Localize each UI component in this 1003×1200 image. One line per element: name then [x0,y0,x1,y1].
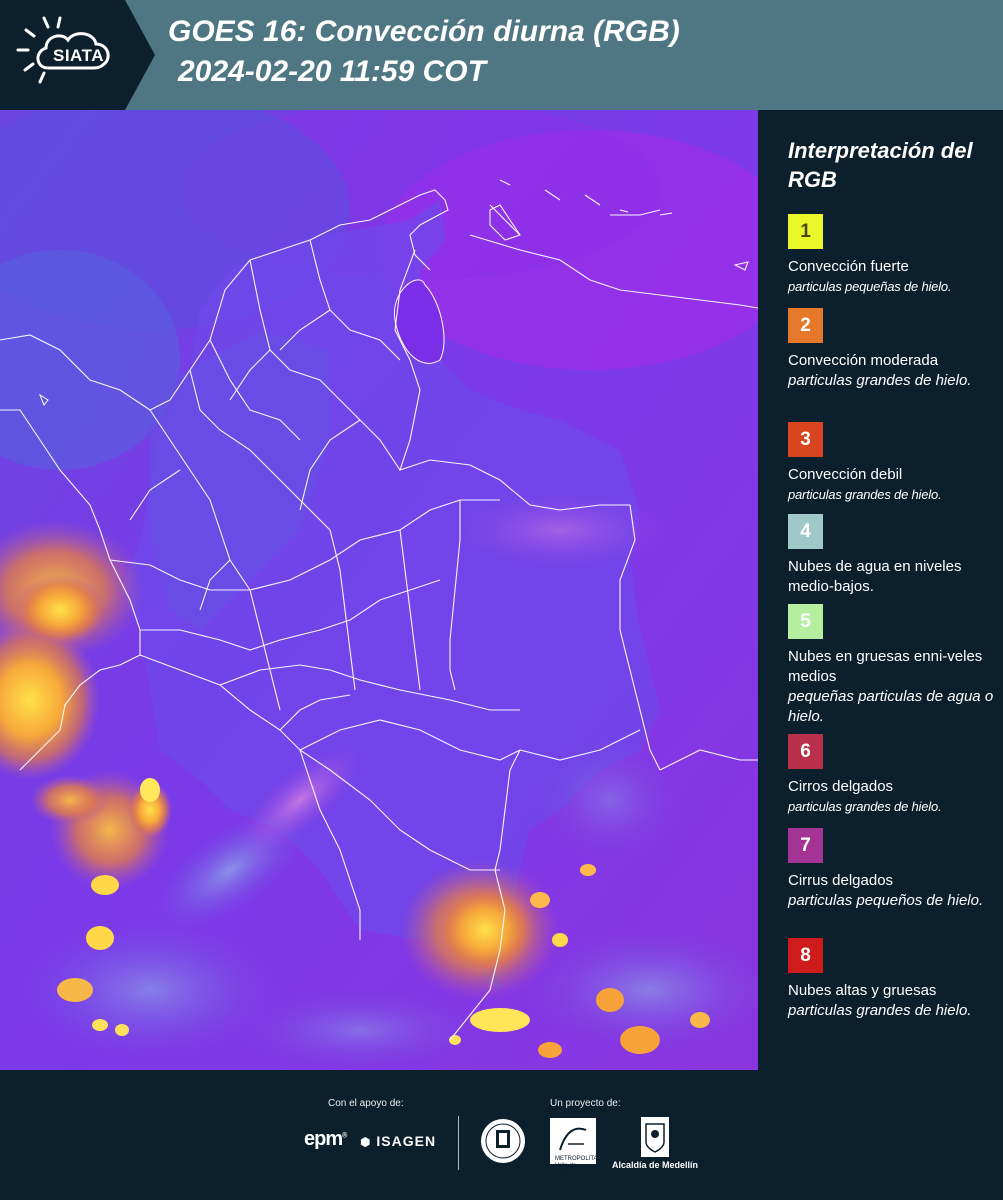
alcaldia-text: Alcaldía de Medellín [612,1160,699,1170]
page-title: GOES 16: Convección diurna (RGB) [168,15,680,48]
university-seal-icon[interactable] [478,1116,528,1166]
legend-swatch: 7 [788,828,823,863]
project-label: Un proyecto de: [550,1098,621,1109]
legend-item-description: particulas pequeños de hielo. [788,892,984,909]
footer: Con el apoyo de: Un proyecto de: epm® ⬢ … [0,1070,1003,1200]
legend-swatch: 6 [788,734,823,769]
legend-item-description: pequeñas particulas de agua o hielo. [788,688,994,725]
logo-text: SIATA [53,46,104,65]
legend-swatch: 8 [788,938,823,973]
legend-item-description: particulas grandes de hielo. [788,487,942,502]
legend-title: Interpretación del RGB [788,138,973,192]
area-metropolitana-text: METROPOLITANA Valle de Aburrá [555,1156,606,1176]
rgb-composite-map [0,110,758,1070]
legend-item-title: Nubes de agua en niveles medio-bajos. [788,558,962,595]
legend-item-description: particulas grandes de hielo. [788,799,942,814]
timestamp: 2024-02-20 11:59 COT [178,55,486,88]
epm-logo[interactable]: epm® [304,1128,347,1151]
legend-panel: Interpretación del RGB 1 Convección fuert… [758,110,1003,1070]
legend-item-title: Cirros delgados [788,778,894,795]
legend-item: 4 Nubes de agua en niveles medio-bajos. [788,514,998,597]
siata-logo[interactable]: SIATA [0,0,155,110]
legend-swatch: 2 [788,308,823,343]
legend-item: 1 Convección fuerte particulas pequeñas de… [788,214,998,297]
isagen-logo[interactable]: ⬢ ISAGEN [360,1133,436,1149]
alcaldia-coat-of-arms-icon[interactable] [640,1116,670,1158]
legend-item-title: Cirrus delgados [788,872,894,889]
legend-item-title: Nubes en gruesas enni-veles medios [788,648,983,685]
isagen-icon: ⬢ [360,1135,372,1149]
legend-item: 5 Nubes en gruesas enni-veles medios peque… [788,604,998,727]
legend-swatch: 4 [788,514,823,549]
epm-logo-text: epm [304,1128,343,1150]
legend-item: 2 Convección moderada particulas grandes d… [788,308,998,391]
legend-item-title: Convección debil [788,466,903,483]
legend-item-title: Nubes altas y gruesas [788,982,937,999]
legend-swatch: 3 [788,422,823,457]
legend-swatch: 5 [788,604,823,639]
footer-divider [458,1116,459,1170]
satellite-map[interactable] [0,110,758,1070]
legend-item-title: Convección fuerte [788,258,909,275]
legend-item: 7 Cirrus delgados particulas pequeños de h… [788,828,998,911]
support-label: Con el apoyo de: [328,1098,404,1109]
legend-item-description: particulas grandes de hielo. [788,1002,972,1019]
legend-item: 3 Convección debil particulas grandes de h… [788,422,998,505]
legend-item-title: Convección moderada [788,352,939,369]
header-bar: SIATA GOES 16: Convección diurna (RGB) 2… [0,0,1003,110]
legend-item-description: particulas pequeñas de hielo. [788,279,952,294]
legend-item-description: particulas grandes de hielo. [788,372,972,389]
legend-item: 8 Nubes altas y gruesas particulas grandes… [788,938,998,1021]
isagen-logo-text: ISAGEN [376,1133,437,1149]
legend-swatch: 1 [788,214,823,249]
legend-item: 6 Cirros delgados particulas grandes de hi… [788,734,998,817]
